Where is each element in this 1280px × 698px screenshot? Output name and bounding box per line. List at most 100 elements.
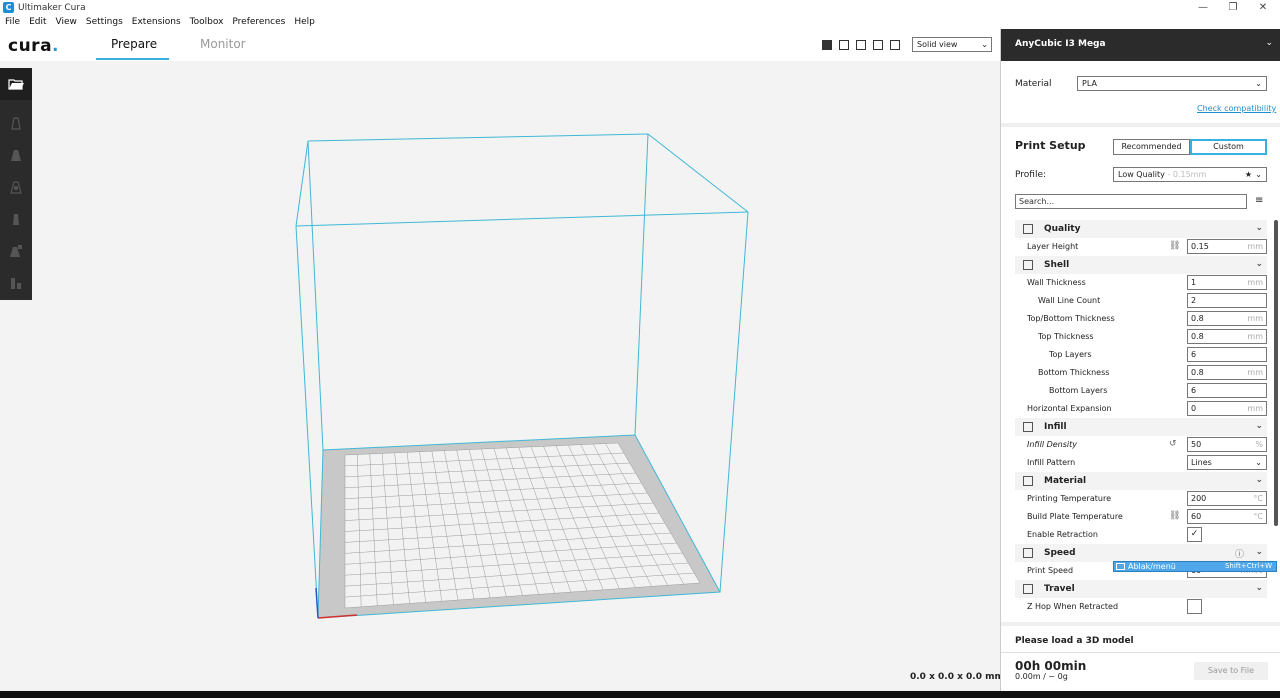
setting-unit: mm	[1247, 242, 1263, 251]
setting-row-enable-retraction: Enable Retraction ✓	[1015, 526, 1267, 544]
menu-help[interactable]: Help	[294, 17, 315, 27]
setting-row-infill-pattern: Infill Pattern Lines ⌄	[1015, 454, 1267, 472]
menu-preferences[interactable]: Preferences	[232, 17, 285, 27]
cura-logo: cura.	[8, 36, 59, 56]
per-model-settings-icon[interactable]	[0, 236, 32, 266]
category-infill[interactable]: Infill ⌄	[1015, 418, 1267, 436]
reset-icon[interactable]: ↺	[1169, 439, 1177, 449]
chevron-down-icon: ⌄	[1265, 38, 1273, 48]
setting-unit: mm	[1247, 404, 1263, 413]
setting-value: 200	[1191, 494, 1207, 503]
printer-selector[interactable]: AnyCubic I3 Mega ⌄	[1001, 29, 1280, 61]
z-hop-when-retracted-checkbox[interactable]	[1187, 599, 1202, 614]
setting-row-infill-density: Infill Density ↺ 50%	[1015, 436, 1267, 454]
category-shell[interactable]: Shell ⌄	[1015, 256, 1267, 274]
tab-monitor[interactable]: Monitor	[200, 37, 246, 51]
material-select[interactable]: PLA ⌄	[1077, 76, 1267, 91]
wall-line-count-input[interactable]: 2	[1187, 293, 1267, 308]
chevron-down-icon: ⌄	[1255, 259, 1263, 269]
setting-label: Infill Pattern	[1027, 458, 1076, 467]
maximize-button[interactable]: ❐	[1218, 0, 1248, 15]
build-plate-temperature-input[interactable]: 60 °C	[1187, 509, 1267, 524]
rotate-icon[interactable]	[0, 172, 32, 202]
setting-unit: %	[1255, 440, 1263, 449]
setting-label: Horizontal Expansion	[1027, 404, 1112, 413]
setting-row-printing-temperature: Printing Temperature 200 °C	[1015, 490, 1267, 508]
link-icon[interactable]: ⛓	[1169, 511, 1180, 521]
sidebar: AnyCubic I3 Mega ⌄ Material PLA ⌄ Check c…	[1000, 29, 1280, 691]
setting-label: Top Layers	[1049, 350, 1092, 359]
category-travel[interactable]: Travel ⌄	[1015, 580, 1267, 598]
category-material[interactable]: Material ⌄	[1015, 472, 1267, 490]
menu-edit[interactable]: Edit	[29, 17, 46, 27]
top-layers-input[interactable]: 6	[1187, 347, 1267, 362]
divider	[1001, 622, 1280, 626]
menu-extensions[interactable]: Extensions	[132, 17, 181, 27]
mirror-icon[interactable]	[0, 204, 32, 234]
custom-mode-button[interactable]: Custom	[1190, 139, 1267, 155]
profile-label: Profile:	[1015, 170, 1047, 180]
menu-file[interactable]: File	[5, 17, 20, 27]
setting-value: 0.8	[1191, 332, 1204, 341]
category-quality[interactable]: Quality ⌄	[1015, 220, 1267, 238]
title-bar: C Ultimaker Cura — ❐ ✕	[0, 0, 1280, 15]
setting-value: 6	[1191, 350, 1197, 359]
category-label: Material	[1044, 476, 1087, 486]
save-to-file-button[interactable]: Save to File	[1194, 662, 1268, 680]
setting-label: Bottom Thickness	[1038, 368, 1110, 377]
open-file-icon[interactable]	[0, 68, 32, 100]
scale-icon[interactable]	[0, 140, 32, 170]
category-speed[interactable]: Speed ⓘ ⌄	[1015, 544, 1267, 562]
top-bottom-thickness-input[interactable]: 0.8 mm	[1187, 311, 1267, 326]
menu-settings[interactable]: Settings	[86, 17, 123, 27]
window-title: Ultimaker Cura	[18, 2, 86, 13]
top-view-icon[interactable]	[856, 40, 866, 50]
left-view-icon[interactable]	[873, 40, 883, 50]
bottom-thickness-input[interactable]: 0.8 mm	[1187, 365, 1267, 380]
view-mode-select[interactable]: Solid view ⌄	[912, 37, 992, 52]
3d-view-icon[interactable]	[822, 40, 832, 50]
close-button[interactable]: ✕	[1248, 0, 1278, 15]
info-icon[interactable]: ⓘ	[1235, 547, 1244, 560]
chevron-down-icon: ⌄	[1255, 170, 1262, 179]
recommended-mode-button[interactable]: Recommended	[1113, 139, 1190, 155]
settings-scrollbar[interactable]	[1274, 220, 1278, 526]
menu-toolbox[interactable]: Toolbox	[190, 17, 224, 27]
tab-prepare[interactable]: Prepare	[111, 37, 157, 51]
setting-unit: mm	[1247, 332, 1263, 341]
layer-height-input[interactable]: 0.15 mm	[1187, 239, 1267, 254]
material-value: PLA	[1082, 79, 1097, 88]
horizontal-expansion-input[interactable]: 0 mm	[1187, 401, 1267, 416]
settings-search-input[interactable]: Search...	[1015, 194, 1247, 209]
minimize-button[interactable]: —	[1188, 0, 1218, 15]
setting-label: Build Plate Temperature	[1027, 512, 1123, 521]
bottom-layers-input[interactable]: 6	[1187, 383, 1267, 398]
profile-value: Low Quality	[1118, 170, 1165, 179]
speed-icon	[1023, 548, 1033, 558]
support-blocker-icon[interactable]	[0, 268, 32, 298]
setting-unit: mm	[1247, 314, 1263, 323]
front-view-icon[interactable]	[839, 40, 849, 50]
setting-row-z-hop-when-retracted: Z Hop When Retracted	[1015, 598, 1267, 616]
menu-view[interactable]: View	[56, 17, 77, 27]
setting-label: Layer Height	[1027, 242, 1079, 251]
move-icon[interactable]	[0, 108, 32, 138]
profile-select[interactable]: Low Quality - 0.15mm ★ ⌄	[1113, 167, 1267, 182]
setting-row-top-layers: Top Layers 6	[1015, 346, 1267, 364]
infill-density-input[interactable]: 50%	[1187, 437, 1267, 452]
star-icon[interactable]: ★	[1245, 168, 1252, 181]
chevron-down-icon: ⌄	[1255, 79, 1262, 88]
3d-viewport[interactable]	[0, 61, 1000, 691]
printing-temperature-input[interactable]: 200 °C	[1187, 491, 1267, 506]
context-tooltip[interactable]: Ablak/menü Shift+Ctrl+W	[1113, 561, 1277, 572]
enable-retraction-checkbox[interactable]: ✓	[1187, 527, 1202, 542]
right-view-icon[interactable]	[890, 40, 900, 50]
setting-value: 0.8	[1191, 314, 1204, 323]
settings-visibility-menu-icon[interactable]: ≡	[1255, 195, 1263, 206]
setting-row-wall-line-count: Wall Line Count 2	[1015, 292, 1267, 310]
wall-thickness-input[interactable]: 1 mm	[1187, 275, 1267, 290]
top-thickness-input[interactable]: 0.8 mm	[1187, 329, 1267, 344]
check-compatibility-link[interactable]: Check compatibility	[1197, 104, 1276, 113]
link-icon[interactable]: ⛓	[1169, 241, 1180, 251]
infill-pattern-input[interactable]: Lines ⌄	[1187, 455, 1267, 470]
